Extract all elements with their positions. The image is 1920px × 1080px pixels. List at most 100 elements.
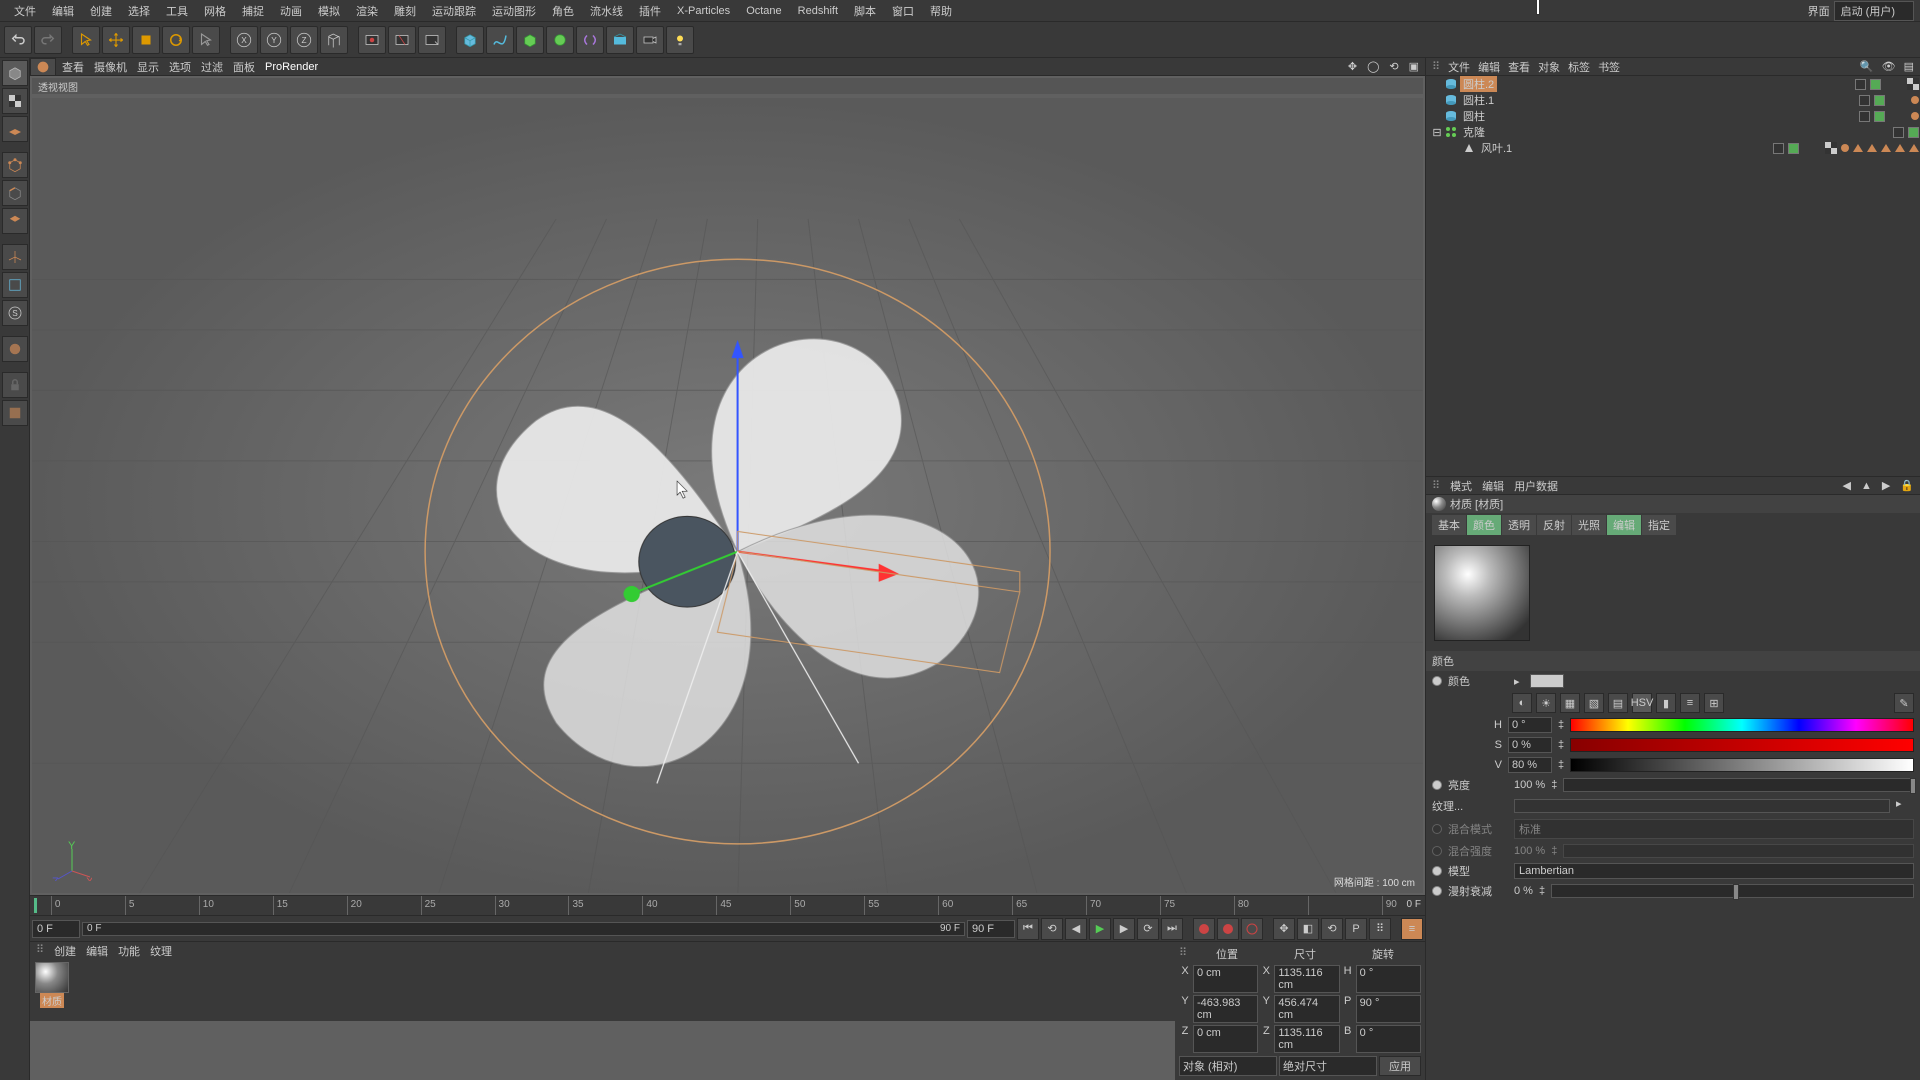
tab-reflectance[interactable]: 反射 bbox=[1537, 515, 1571, 535]
tab-color[interactable]: 颜色 bbox=[1467, 515, 1501, 535]
texture-field[interactable] bbox=[1514, 799, 1890, 813]
rotate-tool[interactable] bbox=[162, 26, 190, 54]
last-tool[interactable] bbox=[192, 26, 220, 54]
key-pla-button[interactable]: ⠿ bbox=[1369, 918, 1391, 940]
timeline-ruler[interactable]: 0 5 10 15 20 25 30 35 40 45 50 55 60 65 … bbox=[30, 895, 1425, 915]
workplane-mode[interactable] bbox=[2, 116, 28, 142]
menu-redshift[interactable]: Redshift bbox=[790, 2, 846, 20]
model-dropdown[interactable]: Lambertian bbox=[1514, 863, 1914, 879]
preview-ball-icon[interactable] bbox=[1434, 545, 1530, 641]
field-button[interactable] bbox=[576, 26, 604, 54]
viewport-3d[interactable]: 网格间距 : 100 cm YXZ bbox=[32, 98, 1423, 893]
color-swatch[interactable] bbox=[1530, 674, 1564, 688]
menu-window[interactable]: 窗口 bbox=[884, 0, 922, 22]
menu-select[interactable]: 选择 bbox=[120, 0, 158, 22]
view-menu-camera[interactable]: 摄像机 bbox=[94, 59, 127, 75]
view-menu-options[interactable]: 选项 bbox=[169, 59, 191, 75]
x-axis-button[interactable]: X bbox=[230, 26, 258, 54]
next-key-button[interactable]: ⟳ bbox=[1137, 918, 1159, 940]
lock-toggle[interactable] bbox=[2, 372, 28, 398]
view-menu-view[interactable]: 查看 bbox=[62, 59, 84, 75]
attr-menu-edit[interactable]: 编辑 bbox=[1482, 478, 1504, 494]
scale-tool[interactable] bbox=[132, 26, 160, 54]
expand-toggle[interactable]: ⊟ bbox=[1432, 126, 1442, 139]
view-menu-filter[interactable]: 过滤 bbox=[201, 59, 223, 75]
material-thumb[interactable]: 材质 bbox=[34, 962, 70, 1008]
object-tree[interactable]: 圆柱.2 圆柱.1 圆柱 ⊟克隆 风叶.1 bbox=[1426, 76, 1920, 476]
coord-apply-button[interactable]: 应用 bbox=[1379, 1056, 1421, 1076]
rough-field[interactable]: 0 % bbox=[1514, 885, 1533, 897]
menu-octane[interactable]: Octane bbox=[738, 2, 789, 20]
tree-row-cloner[interactable]: ⊟克隆 bbox=[1426, 124, 1920, 140]
key-all-button[interactable]: ≡ bbox=[1401, 918, 1423, 940]
select-tool[interactable] bbox=[72, 26, 100, 54]
brightness-field[interactable]: 100 % bbox=[1514, 779, 1545, 791]
spline-button[interactable] bbox=[486, 26, 514, 54]
h-slider[interactable] bbox=[1570, 718, 1914, 732]
texture-tag-icon[interactable] bbox=[1906, 78, 1920, 90]
current-frame-field[interactable]: 0 F bbox=[32, 920, 80, 938]
expand-color-icon[interactable]: ▸ bbox=[1514, 675, 1524, 688]
rough-slider[interactable] bbox=[1551, 884, 1914, 898]
attr-back-icon[interactable]: ◀ bbox=[1842, 479, 1850, 492]
deformer-button[interactable] bbox=[546, 26, 574, 54]
layout-dropdown[interactable]: 启动 (用户) bbox=[1834, 1, 1914, 21]
next-frame-button[interactable]: ▶ bbox=[1113, 918, 1135, 940]
view-rotate-icon[interactable]: ⟲ bbox=[1389, 60, 1398, 73]
total-frame-field[interactable]: 90 F bbox=[967, 920, 1015, 938]
tree-row-cyl1[interactable]: 圆柱.1 bbox=[1426, 92, 1920, 108]
key-scale-button[interactable]: ◧ bbox=[1297, 918, 1319, 940]
keyopts-button[interactable] bbox=[1241, 918, 1263, 940]
picker-wheel-icon[interactable]: ◐ bbox=[1512, 693, 1532, 713]
obj-menu-tags[interactable]: 标签 bbox=[1568, 59, 1590, 75]
generator-button[interactable] bbox=[516, 26, 544, 54]
edge-mode[interactable] bbox=[2, 180, 28, 206]
menu-script[interactable]: 脚本 bbox=[846, 0, 884, 22]
picker-hsv-button[interactable]: HSV bbox=[1632, 693, 1652, 713]
render-pv-button[interactable] bbox=[388, 26, 416, 54]
menu-create[interactable]: 创建 bbox=[82, 0, 120, 22]
primitive-button[interactable] bbox=[456, 26, 484, 54]
mat-menu-create[interactable]: 创建 bbox=[54, 943, 76, 957]
tab-basic[interactable]: 基本 bbox=[1432, 515, 1466, 535]
prev-frame-button[interactable]: ◀ bbox=[1065, 918, 1087, 940]
attr-fwd-icon[interactable]: ▶ bbox=[1882, 479, 1890, 492]
picker-kelvin-icon[interactable]: ▤ bbox=[1608, 693, 1628, 713]
obj-menu-view[interactable]: 查看 bbox=[1508, 59, 1530, 75]
menu-mograph[interactable]: 运动图形 bbox=[484, 0, 544, 22]
render-settings-button[interactable] bbox=[418, 26, 446, 54]
menu-tools[interactable]: 工具 bbox=[158, 0, 196, 22]
attr-menu-userdata[interactable]: 用户数据 bbox=[1514, 478, 1558, 494]
tab-luminance[interactable]: 光照 bbox=[1572, 515, 1606, 535]
menu-edit[interactable]: 编辑 bbox=[44, 0, 82, 22]
attr-up-icon[interactable]: ▲ bbox=[1861, 480, 1872, 492]
menu-plugins[interactable]: 插件 bbox=[631, 0, 669, 22]
viewport-solo[interactable] bbox=[2, 272, 28, 298]
picker-swatch-icon[interactable]: ▧ bbox=[1584, 693, 1604, 713]
attr-menu-mode[interactable]: 模式 bbox=[1450, 478, 1472, 494]
pos-z-field[interactable]: 0 cm bbox=[1193, 1025, 1258, 1053]
texture-mode[interactable] bbox=[2, 88, 28, 114]
layer-toggle[interactable] bbox=[1855, 79, 1866, 90]
light-button[interactable] bbox=[666, 26, 694, 54]
menu-xparticles[interactable]: X-Particles bbox=[669, 2, 738, 20]
rough-radio[interactable] bbox=[1432, 886, 1442, 896]
size-y-field[interactable]: 456.474 cm bbox=[1274, 995, 1339, 1023]
model-mode[interactable] bbox=[2, 60, 28, 86]
selection-tag-icon[interactable] bbox=[1853, 144, 1863, 152]
scene-button[interactable] bbox=[606, 26, 634, 54]
render-toggle[interactable] bbox=[1870, 79, 1881, 90]
h-field[interactable]: 0 ° bbox=[1508, 717, 1552, 733]
coord-mode-dropdown[interactable]: 对象 (相对) bbox=[1179, 1056, 1277, 1076]
z-axis-button[interactable]: Z bbox=[290, 26, 318, 54]
menu-render[interactable]: 渲染 bbox=[348, 0, 386, 22]
move-tool[interactable] bbox=[102, 26, 130, 54]
menu-animate[interactable]: 动画 bbox=[272, 0, 310, 22]
playhead[interactable] bbox=[34, 898, 37, 913]
menu-file[interactable]: 文件 bbox=[6, 0, 44, 22]
texture-tag-icon[interactable] bbox=[1824, 142, 1838, 154]
pos-y-field[interactable]: -463.983 cm bbox=[1193, 995, 1258, 1023]
size-z-field[interactable]: 1135.116 cm bbox=[1274, 1025, 1339, 1053]
menu-motiontrack[interactable]: 运动跟踪 bbox=[424, 0, 484, 22]
polygon-mode[interactable] bbox=[2, 208, 28, 234]
